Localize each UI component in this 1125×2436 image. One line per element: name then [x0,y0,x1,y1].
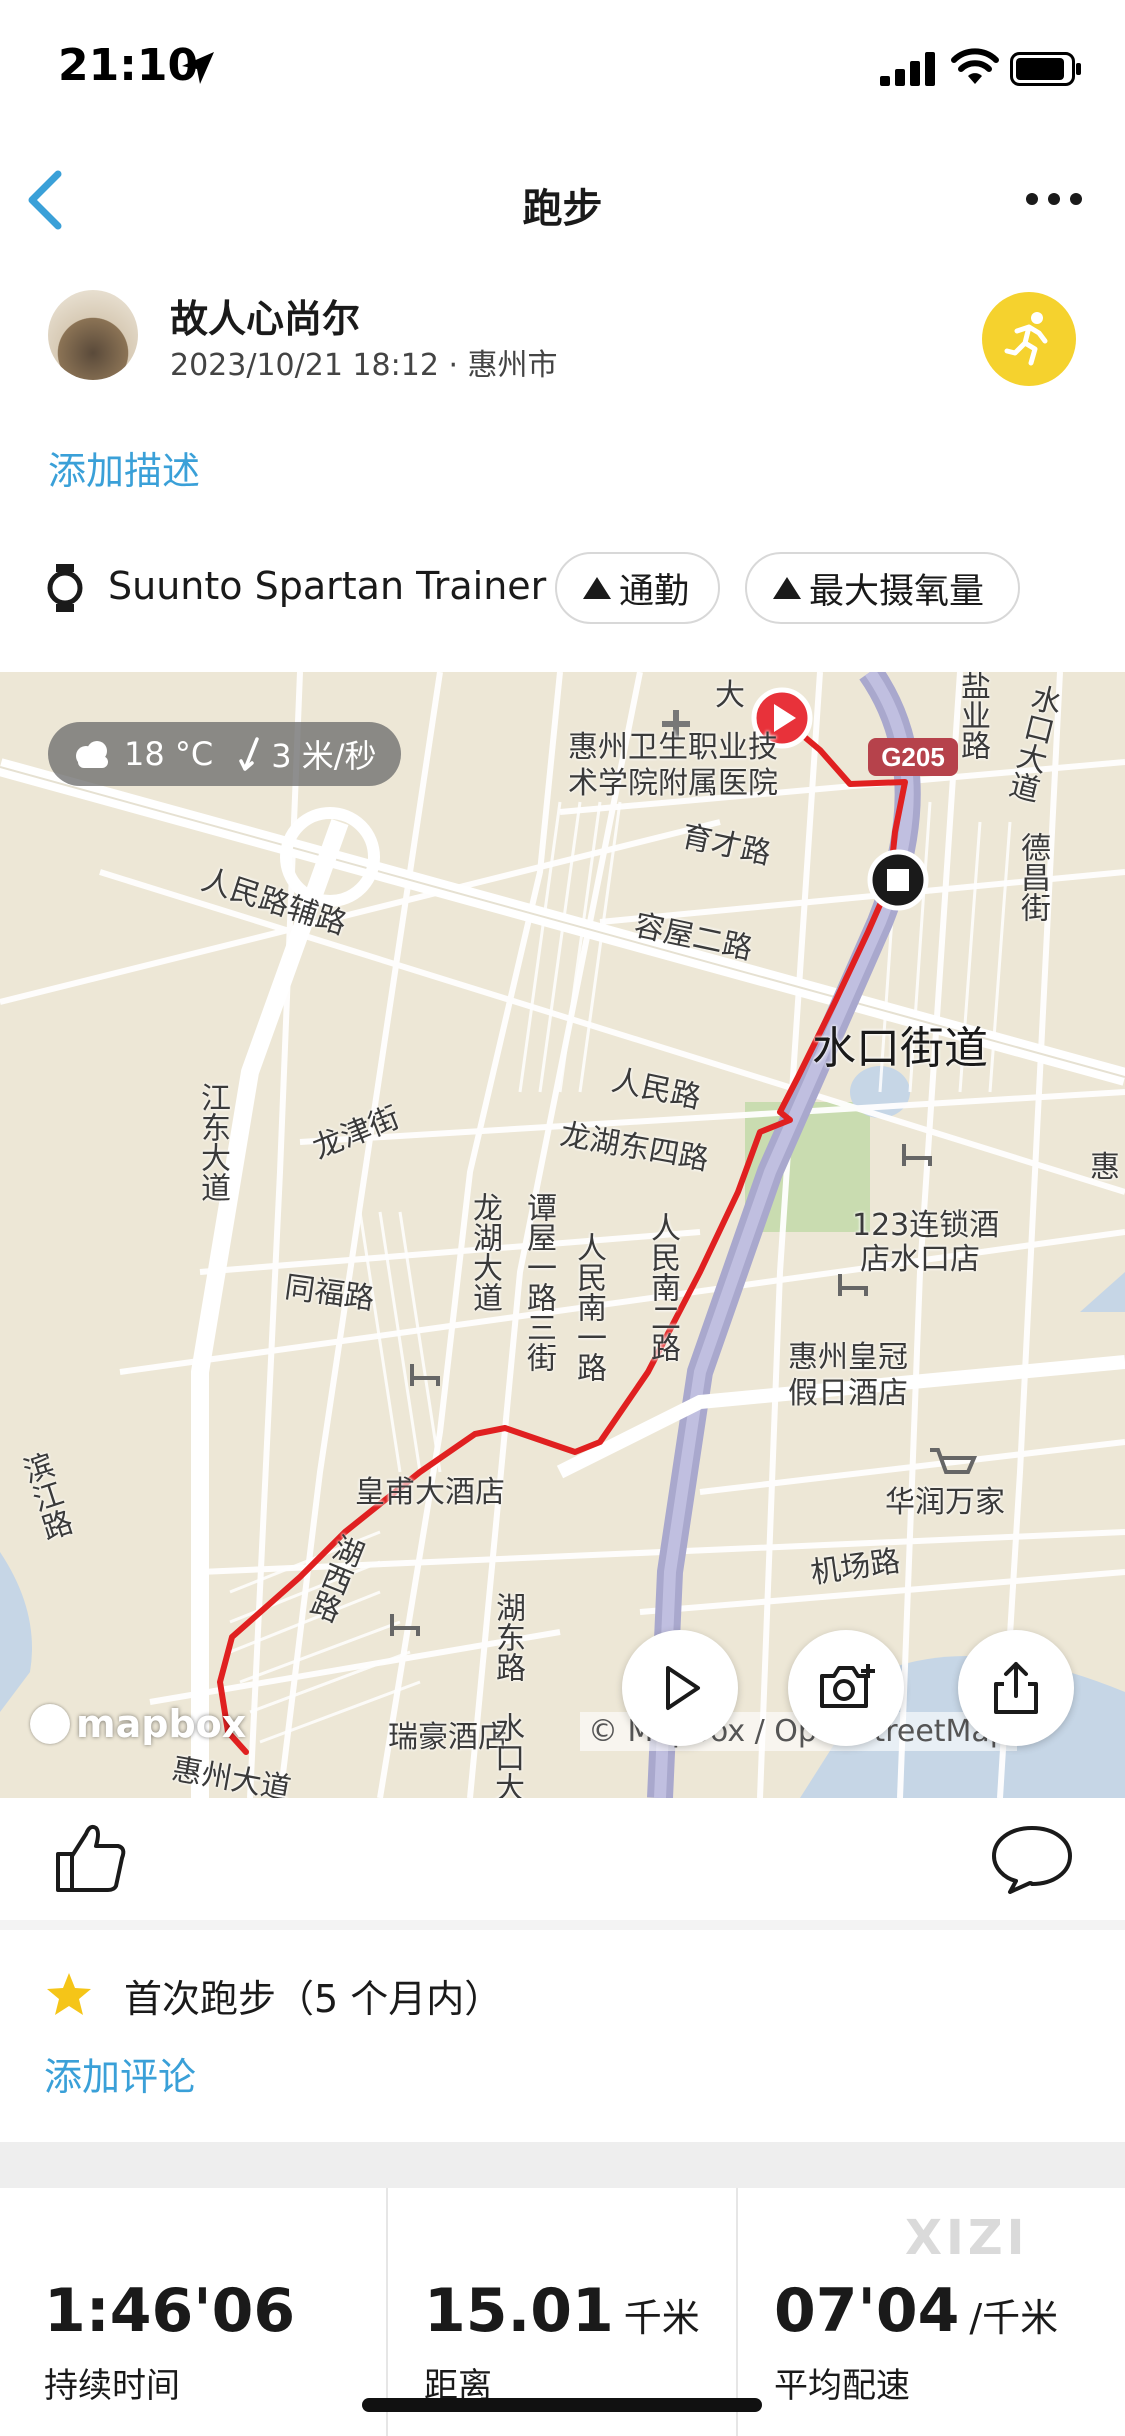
user-name[interactable]: 故人心尚尔 [170,288,360,343]
section-divider [0,2142,1125,2188]
stat-number: 1:46'06 [44,2276,296,2346]
mapbox-logo-text: mapbox [76,1702,247,1746]
map-label: 盐业路 [955,672,990,760]
map-label: 华润万家 [885,1485,1005,1520]
map-label: 德昌街 [1015,832,1050,922]
tag-label: 最大摄氧量 [809,571,985,612]
stat-duration: 1:46'06 持续时间 [44,2188,384,2436]
stat-value: 15.01 千米 [424,2276,700,2346]
play-icon [666,1666,700,1710]
star-icon [47,1973,91,2015]
stat-unit: 千米 [623,2296,700,2340]
stat-unit: /千米 [969,2296,1059,2340]
stat-number: 15.01 [424,2276,614,2346]
wind-speed: 3 米/秒 [271,737,377,775]
watermark: XIZI [905,2210,1029,2266]
cloud-icon [76,741,108,768]
thumbs-up-icon[interactable] [54,1820,128,1894]
temperature: 18 °C [124,735,214,773]
map-label: 人民南一路 [571,1232,606,1382]
mapbox-logo: mapbox [30,1702,246,1746]
map-label: 术学院附属医院 [568,766,778,801]
share-icon [994,1662,1038,1714]
stat-value: 07'04/千米 [774,2276,1058,2346]
battery-icon [1010,52,1081,86]
share-button[interactable] [958,1630,1074,1746]
tag-label: 通勤 [619,571,690,612]
achievement-text: 首次跑步（5 个月内） [124,1977,503,2021]
map-label: 大 [715,678,745,713]
tag-vo2max[interactable]: 最大摄氧量 [745,552,1020,624]
watch-icon [47,564,83,612]
page-title: 跑步 [522,186,603,232]
weather-chip: 18 °C 3 米/秒 [48,722,401,786]
map-label: 水口大 [489,1712,524,1798]
device-name: Suunto Spartan Trainer [108,564,547,608]
map-label: 谭屋一路三街 [521,1192,556,1372]
comment-icon[interactable] [990,1824,1074,1894]
divider [0,1920,1125,1930]
avatar[interactable] [48,290,138,380]
triangle-icon [773,577,801,599]
running-person-icon [1004,312,1048,366]
map-label-district: 水口街道 [812,1023,988,1074]
road-shield-g205: G205 [881,742,945,772]
map-label: 皇甫大酒店 [355,1475,505,1510]
mapbox-icon [30,1704,70,1744]
map-label: 龙湖大道 [467,1192,502,1312]
triangle-icon [583,577,611,599]
activity-datetime-location: 2023/10/21 18:12 · 惠州市 [170,348,558,383]
map-label: 假日酒店 [788,1376,908,1411]
tag-commute[interactable]: 通勤 [555,552,720,624]
wifi-icon [951,48,999,84]
route-map[interactable]: G205 18 °C 3 米/秒 大 惠州卫生职业技 术学院附属医院 育才路 容… [0,672,1125,1798]
home-indicator[interactable] [362,2398,762,2412]
map-label: 江东大道 [195,1082,230,1202]
camera-plus-icon [820,1664,875,1708]
stat-label: 持续时间 [44,2366,180,2406]
location-arrow-icon [182,52,214,84]
running-sport-badge [982,292,1076,386]
stat-number: 07'04 [774,2276,960,2346]
add-comment-link[interactable]: 添加评论 [44,2046,196,2101]
cellular-signal-icon [880,52,935,86]
add-description-link[interactable]: 添加描述 [48,440,200,495]
map-label: 湖东路 [490,1592,525,1682]
play-button[interactable] [622,1630,738,1746]
stat-label: 平均配速 [774,2366,910,2406]
add-photo-button[interactable] [788,1630,904,1746]
more-options-icon[interactable] [1024,184,1084,214]
map-label: 惠 [1090,1150,1120,1185]
map-label: 店水口店 [860,1242,980,1277]
stat-value: 1:46'06 [44,2276,305,2346]
wind-icon [239,737,259,771]
status-bar: 21:10 [0,0,1125,140]
map-label: 人民南二路 [645,1212,680,1362]
